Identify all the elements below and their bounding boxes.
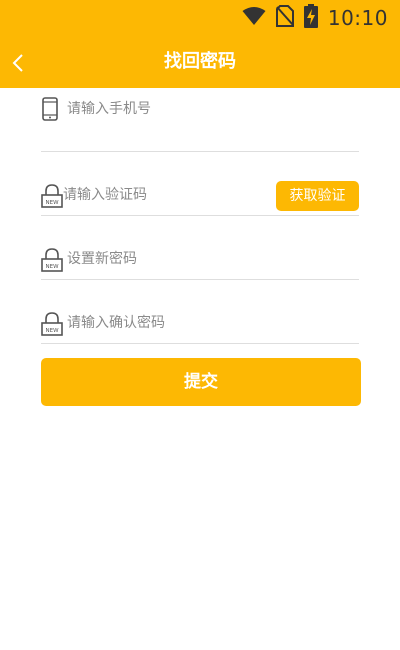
- phone-icon: [41, 97, 61, 121]
- code-field: NEW 获取验证: [41, 152, 359, 227]
- wifi-icon: [242, 6, 266, 30]
- lock-icon: NEW: [41, 312, 63, 336]
- status-time: 10:10: [327, 6, 388, 30]
- svg-text:NEW: NEW: [45, 200, 59, 206]
- no-sim-icon: [275, 5, 294, 31]
- lock-icon: NEW: [41, 184, 63, 208]
- confirm-password-field: NEW: [41, 280, 359, 355]
- confirm-password-input[interactable]: [67, 291, 357, 355]
- get-code-button[interactable]: 获取验证: [276, 181, 359, 211]
- status-bar: 10:10: [0, 0, 400, 36]
- svg-text:NEW: NEW: [45, 264, 59, 270]
- reset-password-form: NEW 获取验证 NEW NEW: [41, 77, 359, 355]
- status-icons: 10:10: [242, 4, 388, 32]
- phone-field: [41, 77, 359, 152]
- svg-text:NEW: NEW: [45, 328, 59, 334]
- battery-charging-icon: [303, 4, 318, 32]
- new-password-field: NEW: [41, 216, 359, 291]
- submit-button[interactable]: 提交: [41, 358, 361, 406]
- lock-icon: NEW: [41, 248, 63, 272]
- phone-input[interactable]: [67, 77, 357, 141]
